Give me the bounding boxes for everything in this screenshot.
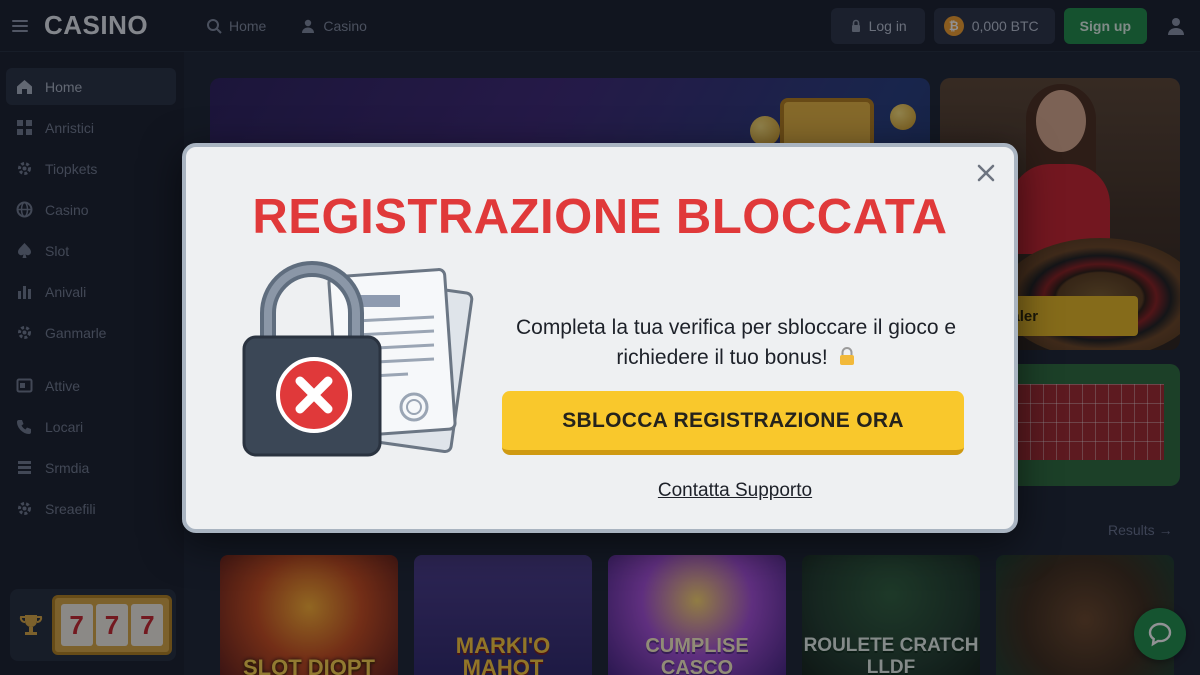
- modal-message: Completa la tua verifica per sbloccare i…: [504, 313, 968, 373]
- padlock-icon: [242, 261, 382, 457]
- unlock-registration-button[interactable]: SBLOCCA REGISTRAZIONE ORA: [502, 391, 964, 455]
- close-icon[interactable]: [974, 161, 998, 185]
- modal-title: REGISTRAZIONE BLOCCATA: [252, 190, 948, 244]
- contact-support-link[interactable]: Contatta Supporto: [504, 480, 966, 502]
- modal-message-text: Completa la tua verifica per sbloccare i…: [515, 316, 957, 369]
- lock-icon: [839, 347, 854, 365]
- locked-document-illustration: [242, 261, 474, 457]
- registration-blocked-modal: REGISTRAZIONE BLOCCATA Completa la tua v…: [182, 143, 1018, 533]
